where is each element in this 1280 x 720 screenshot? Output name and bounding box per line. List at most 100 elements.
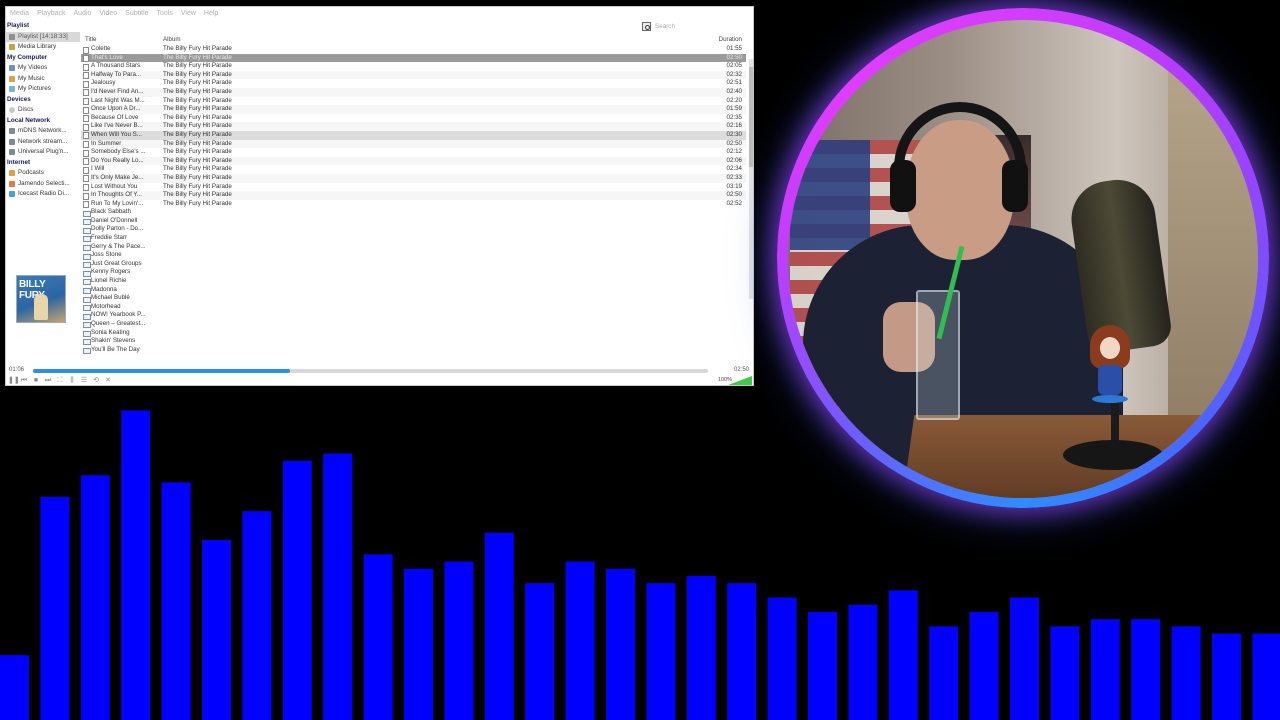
previous-icon[interactable]: ⏮ <box>20 377 28 385</box>
menu-video[interactable]: Video <box>99 10 117 17</box>
search-box[interactable]: Search <box>642 21 750 31</box>
playlist-row[interactable]: Like I've Never B... The Billy Fury Hit P… <box>81 122 746 131</box>
playlist-folder-row[interactable]: You'll Be The Day <box>81 346 746 355</box>
playlist-folder-row[interactable]: Sonia Keating <box>81 329 746 338</box>
playlist-folder-row[interactable]: Queen – Greatest... <box>81 320 746 329</box>
menu-playback[interactable]: Playback <box>37 10 65 17</box>
menu-media[interactable]: Media <box>10 10 29 17</box>
sidebar-item-discs[interactable]: Discs <box>6 105 80 116</box>
playlist-scrollbar[interactable] <box>749 59 753 299</box>
sidebar-item-my-music[interactable]: My Music <box>6 74 80 85</box>
playlist-row[interactable]: Jealousy The Billy Fury Hit Parade 02:51 <box>81 79 746 88</box>
search-input[interactable]: Search <box>655 23 675 30</box>
track-album: The Billy Fury Hit Parade <box>163 165 232 173</box>
playlist-folder-row[interactable]: Lionel Richie <box>81 277 746 286</box>
playlist-row[interactable]: Because Of Love The Billy Fury Hit Parade… <box>81 114 746 123</box>
playlist-row[interactable]: Colette The Billy Fury Hit Parade 01:55 <box>81 45 746 54</box>
playlist-row[interactable]: Do You Really Lo... The Billy Fury Hit Pa… <box>81 156 746 166</box>
sidebar-item-mdns[interactable]: mDNS Network... <box>6 126 80 137</box>
sidebar-item-label: Icecast Radio Di... <box>18 190 70 197</box>
volume-level[interactable] <box>728 376 752 385</box>
playlist-folder-row[interactable]: Michael Bublé <box>81 294 746 303</box>
shuffle-icon[interactable]: ✕ <box>104 377 112 385</box>
playlist-row[interactable]: I Will The Billy Fury Hit Parade 02:34 <box>81 165 746 174</box>
playlist-folder-row[interactable]: Shakin' Stevens <box>81 337 746 346</box>
sidebar-item-label: My Videos <box>18 64 48 71</box>
playlist-row[interactable]: It's Only Make Je... The Billy Fury Hit P… <box>81 173 746 183</box>
playlist-row[interactable]: When Will You S... The Billy Fury Hit Par… <box>81 130 746 140</box>
playlist-row[interactable]: In Thoughts Of Y... The Billy Fury Hit Pa… <box>81 191 746 200</box>
playlist-icon[interactable]: ☰ <box>80 377 88 385</box>
track-album: The Billy Fury Hit Parade <box>163 53 232 61</box>
fullscreen-icon[interactable]: ⛶ <box>56 377 64 385</box>
playlist-row[interactable]: That's Love The Billy Fury Hit Parade 02:5… <box>81 53 746 63</box>
menu-view[interactable]: View <box>181 10 196 17</box>
playlist-folder-row[interactable]: Madonna <box>81 286 746 295</box>
menu-bar: Media Playback Audio Video Subtitle Tools View… <box>6 7 753 19</box>
sidebar-item-icecast[interactable]: Icecast Radio Di... <box>6 189 80 200</box>
playlist-row[interactable]: In Summer The Billy Fury Hit Parade 02:50 <box>81 139 746 149</box>
playlist-row[interactable]: Halfway To Para... The Billy Fury Hit Par… <box>81 70 746 80</box>
column-header-title[interactable]: Title <box>81 35 159 45</box>
menu-audio[interactable]: Audio <box>73 10 91 17</box>
visualizer-bar <box>1131 619 1161 720</box>
sidebar-item-playlist[interactable]: Playlist [14:18:33] <box>6 31 80 42</box>
menu-help[interactable]: Help <box>204 10 218 17</box>
track-album: The Billy Fury Hit Parade <box>163 96 232 104</box>
sidebar-item-media-library[interactable]: Media Library <box>6 42 80 53</box>
extended-settings-icon[interactable]: ⫼ <box>68 377 76 385</box>
playlist-folder-row[interactable]: Dolly Parton - Do... <box>81 225 746 234</box>
playlist-row[interactable]: Last Night Was M... The Billy Fury Hit Pa… <box>81 97 746 106</box>
playlist-folder-row[interactable]: Gerry & The Pace... <box>81 243 746 252</box>
menu-tools[interactable]: Tools <box>157 10 173 17</box>
visualizer-bar <box>80 475 110 720</box>
visualizer-bar <box>525 583 555 720</box>
playlist-row[interactable]: Once Upon A Dr... The Billy Fury Hit Para… <box>81 105 746 114</box>
playlist-row[interactable]: Somebody Else's ... The Billy Fury Hit Pa… <box>81 148 746 157</box>
folder-name: You'll Be The Day <box>81 346 159 355</box>
playlist-folder-row[interactable]: Black Sabbath <box>81 208 746 217</box>
search-icon[interactable] <box>642 21 651 31</box>
sidebar-heading-internet: Internet <box>7 158 31 166</box>
folder-name: Joss Stone <box>81 251 159 260</box>
track-duration: 02:52 <box>726 199 742 207</box>
menu-subtitle[interactable]: Subtitle <box>125 10 148 17</box>
track-duration: 02:30 <box>726 130 742 138</box>
sidebar-item-network-streams[interactable]: Network stream... <box>6 137 80 148</box>
music-note-icon <box>9 75 15 82</box>
playlist-folder-row[interactable]: NOW! Yearbook P... <box>81 311 746 320</box>
playlist-folder-row[interactable]: Kenny Rogers <box>81 268 746 277</box>
playlist-row[interactable]: A Thousand Stars The Billy Fury Hit Parad… <box>81 62 746 71</box>
playlist-row[interactable]: I'd Never Find An... The Billy Fury Hit P… <box>81 87 746 97</box>
sidebar-item-my-pictures[interactable]: My Pictures <box>6 84 80 95</box>
total-time: 02:50 <box>734 367 750 373</box>
sidebar-item-my-videos[interactable]: My Videos <box>6 63 80 74</box>
track-album: The Billy Fury Hit Parade <box>163 148 232 156</box>
playlist-folder-row[interactable]: Freddie Starr <box>81 234 746 243</box>
scrollbar-thumb[interactable] <box>749 67 753 167</box>
playlist-folder-row[interactable]: Joss Stone <box>81 251 746 260</box>
volume-slider[interactable]: 100% <box>718 376 752 385</box>
visualizer-bar <box>929 626 959 720</box>
track-album: The Billy Fury Hit Parade <box>163 45 232 52</box>
stop-icon[interactable]: ■ <box>32 377 40 385</box>
sidebar-heading-playlist: Playlist <box>7 22 30 29</box>
visualizer-bar <box>888 590 918 720</box>
playlist-folder-row[interactable]: Just Great Groups <box>81 260 746 269</box>
sidebar-item-jamendo[interactable]: Jamendo Selecti... <box>6 179 80 190</box>
network-icon <box>9 149 15 156</box>
playlist-folder-row[interactable]: Daniel O'Donnell <box>81 217 746 226</box>
pause-icon[interactable]: ❚❚ <box>8 377 20 385</box>
playlist-row[interactable]: Run To My Lovin'... The Billy Fury Hit Pa… <box>81 200 746 209</box>
loop-icon[interactable]: ⟲ <box>92 377 100 385</box>
column-header-duration[interactable]: Duration <box>714 35 744 45</box>
track-title: Somebody Else's ... <box>81 148 159 157</box>
playlist-folder-row[interactable]: Motorhead <box>81 303 746 312</box>
column-header-album[interactable]: Album <box>159 35 714 45</box>
sidebar-item-podcasts[interactable]: Podcasts <box>6 168 80 179</box>
seek-slider[interactable] <box>33 369 708 373</box>
playlist-row[interactable]: Lost Without You The Billy Fury Hit Parad… <box>81 183 746 192</box>
next-icon[interactable]: ⏭ <box>44 377 52 385</box>
visualizer-bar <box>1050 626 1080 720</box>
sidebar-item-upnp[interactable]: Universal Plug'n... <box>6 147 80 158</box>
